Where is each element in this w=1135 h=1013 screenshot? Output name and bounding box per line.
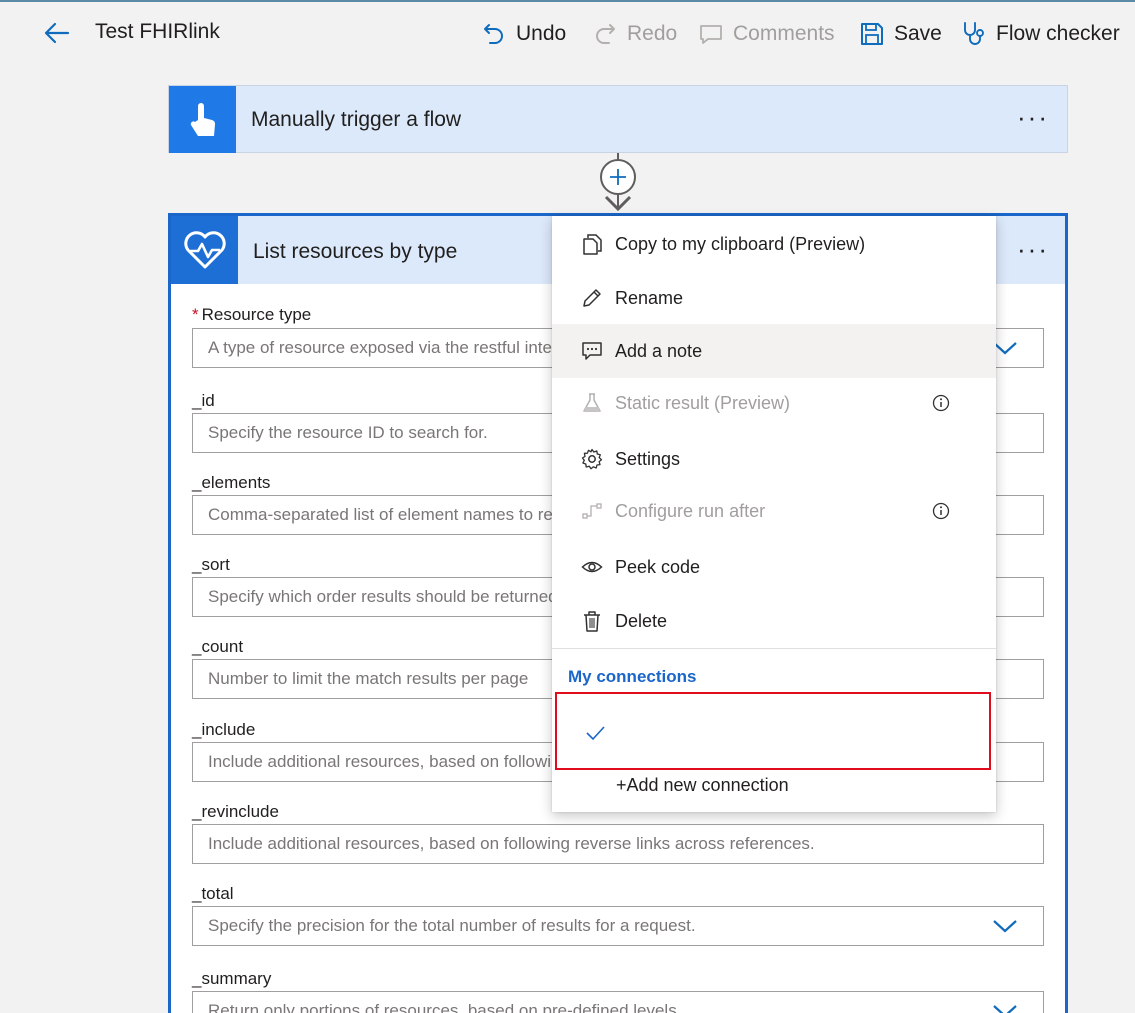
fhir-heart-icon	[171, 216, 238, 284]
add-new-connection-link[interactable]: +Add new connection	[616, 775, 789, 796]
back-button[interactable]	[42, 18, 74, 50]
connections-heading: My connections	[568, 667, 697, 686]
command-bar: Test FHIRlink Undo Redo Comments Save Fl…	[0, 0, 1135, 62]
chevron-down-icon[interactable]	[992, 917, 1018, 935]
undo-label: Undo	[516, 22, 567, 45]
trash-icon	[580, 609, 604, 633]
stethoscope-icon	[960, 20, 988, 48]
id-label: _id	[192, 391, 215, 410]
comments-button[interactable]: Comments	[697, 16, 835, 52]
comment-icon	[697, 20, 725, 48]
note-icon	[580, 339, 604, 363]
eye-icon	[580, 555, 604, 579]
save-button[interactable]: Save	[858, 16, 942, 52]
summary-label: _summary	[192, 969, 272, 988]
undo-button[interactable]: Undo	[480, 16, 566, 52]
touch-icon	[169, 86, 236, 153]
arrow-down-icon	[604, 195, 632, 212]
back-arrow-icon	[44, 22, 70, 44]
menu-item-static-result[interactable]: Static result (Preview)	[552, 376, 996, 430]
action-context-menu: Copy to my clipboard (Preview) Rename Ad…	[552, 216, 996, 812]
save-icon	[858, 20, 886, 48]
save-label: Save	[894, 22, 942, 45]
action-more-button[interactable]: ···	[1017, 234, 1049, 265]
checkmark-icon	[586, 726, 605, 741]
redo-label: Redo	[627, 22, 678, 45]
resource-type-label: * Resource type	[192, 305, 312, 324]
total-dropdown[interactable]: Specify the precision for the total numb…	[192, 906, 1044, 946]
menu-item-configure-run-after[interactable]: Configure run after	[552, 484, 996, 538]
menu-divider	[552, 648, 996, 649]
flow-title: Test FHIRlink	[95, 20, 220, 43]
gear-icon	[580, 447, 604, 471]
flow-checker-button[interactable]: Flow checker	[960, 16, 1120, 52]
run-after-icon	[580, 499, 604, 523]
sort-label: _sort	[192, 555, 230, 574]
menu-item-delete[interactable]: Delete	[552, 594, 996, 648]
flask-icon	[580, 391, 604, 415]
info-icon[interactable]	[931, 393, 951, 413]
undo-icon	[480, 20, 508, 48]
menu-item-rename[interactable]: Rename	[552, 271, 996, 325]
include-label: _include	[192, 720, 256, 739]
trigger-card[interactable]: Manually trigger a flow ···	[168, 85, 1068, 153]
info-icon[interactable]	[931, 501, 951, 521]
menu-item-add-note[interactable]: Add a note	[552, 324, 996, 378]
plus-icon	[610, 169, 626, 185]
connection-item-selected[interactable]	[555, 692, 991, 770]
trigger-more-button[interactable]: ···	[1017, 102, 1049, 133]
action-title: List resources by type	[253, 240, 458, 263]
copy-icon	[580, 232, 604, 256]
summary-dropdown[interactable]: Return only portions of resources, based…	[192, 991, 1044, 1013]
trigger-title: Manually trigger a flow	[251, 108, 462, 131]
revinclude-label: _revinclude	[192, 802, 279, 821]
menu-item-copy[interactable]: Copy to my clipboard (Preview)	[552, 217, 996, 271]
menu-item-peek-code[interactable]: Peek code	[552, 540, 996, 594]
insert-step-button[interactable]	[600, 159, 636, 195]
redo-button[interactable]: Redo	[591, 16, 677, 52]
elements-label: _elements	[192, 473, 271, 492]
menu-item-settings[interactable]: Settings	[552, 432, 996, 486]
chevron-down-icon[interactable]	[992, 1002, 1018, 1013]
comments-label: Comments	[733, 22, 835, 45]
pencil-icon	[580, 286, 604, 310]
flow-checker-label: Flow checker	[996, 22, 1120, 45]
revinclude-input[interactable]: Include additional resources, based on f…	[192, 824, 1044, 864]
redo-icon	[591, 20, 619, 48]
total-label: _total	[192, 884, 234, 903]
count-label: _count	[192, 637, 244, 656]
